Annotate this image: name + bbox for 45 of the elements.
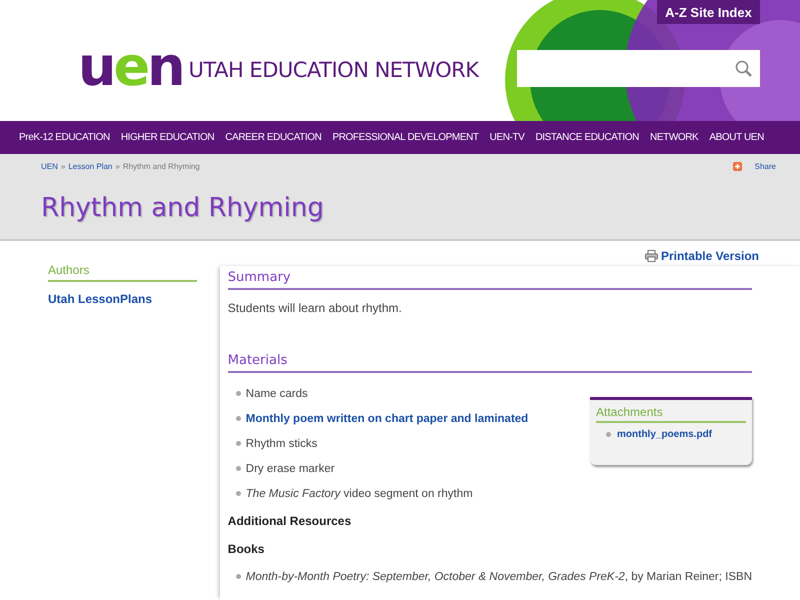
breadcrumb-link[interactable]: UEN — [41, 162, 58, 171]
share-link[interactable]: Share — [754, 162, 776, 171]
bullet-icon — [236, 466, 241, 471]
bullet-icon — [236, 491, 241, 496]
nav-link[interactable]: NETWORK — [650, 132, 698, 143]
search-icon[interactable] — [735, 60, 752, 77]
site-index-button[interactable]: A-Z Site Index — [657, 0, 760, 24]
material-item: Name cards — [246, 388, 308, 400]
sidebar-heading: Authors — [48, 263, 197, 282]
bullet-icon — [236, 574, 241, 579]
bullet-icon — [236, 441, 241, 446]
site-logo[interactable]: uen — [78, 40, 183, 94]
attachment-link[interactable]: monthly_poems.pdf — [606, 429, 746, 440]
material-item: The Music Factory video segment on rhythm — [246, 488, 473, 500]
printable-version-link[interactable]: Printable Version — [644, 247, 759, 265]
nav-link[interactable]: PreK-12 EDUCATION — [19, 132, 110, 143]
section-heading: Summary — [228, 270, 752, 290]
breadcrumb-current: Rhythm and Rhyming — [122, 162, 200, 171]
breadcrumb-separator: » — [60, 162, 66, 171]
nav-link[interactable]: CAREER EDUCATION — [225, 132, 322, 143]
site-name: UTAH EDUCATION NETWORK — [188, 58, 479, 82]
breadcrumb-separator: » — [115, 162, 120, 171]
summary-text: Students will learn about rhythm. — [228, 301, 403, 315]
bullet-icon — [236, 391, 241, 396]
search-field[interactable] — [517, 50, 760, 87]
nav-link[interactable]: HIGHER EDUCATION — [120, 132, 214, 143]
material-item: Rhythm sticks — [246, 438, 318, 450]
attachments-heading: Attachments — [596, 405, 746, 423]
book-item: Month-by-Month Poetry: September, October & November, Grades PreK-2, by Marian Reiner; ISBN — [246, 570, 752, 582]
bullet-icon — [606, 432, 611, 437]
nav-link[interactable]: UEN-TV — [490, 132, 524, 143]
material-link[interactable]: Monthly poem written on chart paper and laminated — [246, 412, 528, 424]
breadcrumb-link[interactable]: Lesson Plan — [68, 162, 112, 171]
bullet-icon — [236, 416, 241, 421]
subheading: Books — [228, 542, 266, 556]
author-link[interactable]: Utah LessonPlans — [48, 292, 197, 306]
section-heading: Materials — [228, 353, 752, 373]
nav-link[interactable]: ABOUT UEN — [709, 132, 764, 143]
nav-link[interactable]: DISTANCE EDUCATION — [535, 132, 640, 143]
subheading: Additional Resources — [228, 514, 352, 528]
plus-icon[interactable] — [732, 162, 742, 171]
printer-icon — [644, 250, 658, 262]
nav-link[interactable]: PROFESSIONAL DEVELOPMENT — [332, 132, 479, 143]
page-title: Rhythm and Rhyming — [41, 193, 325, 223]
material-item: Dry erase marker — [246, 462, 335, 474]
